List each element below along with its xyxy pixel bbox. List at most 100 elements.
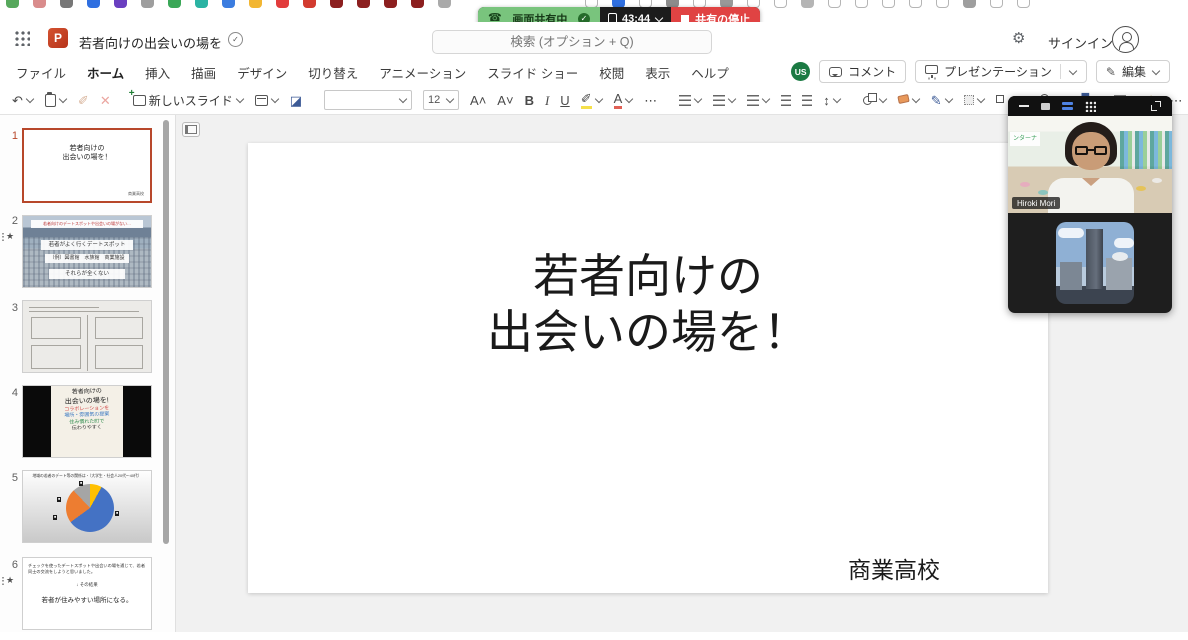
favicon[interactable] [33,0,46,8]
menu-tab-ファイル[interactable]: ファイル [16,63,66,82]
favicon[interactable] [357,0,370,8]
slide-layout-icon [255,95,268,106]
favicon[interactable] [114,0,127,8]
favicon[interactable] [882,0,895,8]
favicon[interactable] [411,0,424,8]
slide-thumbnail-2[interactable]: 若者向けのデートスポットや出会いの場がない… 若者がよく行くデートスポット （例… [22,215,152,288]
second-participant-tile[interactable] [1056,222,1134,304]
shape-outline-button[interactable]: ✎ [929,88,955,112]
more-font-options-button[interactable]: ⋯ [642,88,659,112]
shape-effects-button[interactable] [962,88,987,112]
search-input[interactable] [432,30,712,54]
slide-footer-text[interactable]: 商業高校 [848,551,940,585]
presentation-button[interactable]: プレゼンテーション [915,60,1087,83]
font-size-button[interactable]: 12 [421,88,461,112]
underline-button[interactable]: U [558,88,571,112]
menu-tab-デザイン[interactable]: デザイン [237,63,287,82]
shapes-button[interactable] [861,88,889,112]
favicon[interactable] [828,0,841,8]
slide-thumbnail-6[interactable]: チェックを使ったデートスポットや出会いの場を通じて、若者同士の交流をしようと思い… [22,557,152,630]
favicon[interactable] [168,0,181,8]
favicon[interactable] [330,0,343,8]
favicon[interactable] [1017,0,1030,8]
favicon[interactable] [141,0,154,8]
shrink-font-button[interactable]: A˅ [495,88,515,112]
favicon[interactable] [774,0,787,8]
bold-icon: B [525,94,534,107]
background-fill-button[interactable]: ◪ [288,88,304,112]
favicon[interactable] [222,0,235,8]
favicon[interactable] [303,0,316,8]
powerpoint-logo[interactable]: P [48,28,68,48]
sign-in-button[interactable]: サインイン [1048,33,1113,52]
speaker-view-icon[interactable] [1041,103,1050,110]
minimize-icon[interactable] [1019,105,1029,108]
grow-font-button[interactable]: A˄ [468,88,488,112]
favicon[interactable] [195,0,208,8]
arrange-icon [996,95,1004,103]
menu-tab-挿入[interactable]: 挿入 [145,63,170,82]
favicon[interactable] [801,0,814,8]
current-slide[interactable]: 若者向けの 出会いの場を！ 商業高校 [248,143,1048,593]
bold-button[interactable]: B [523,88,536,112]
document-title[interactable]: 若者向けの出会いの場を [79,33,222,52]
pie-label: ■ [57,497,61,502]
menu-tab-描画[interactable]: 描画 [191,63,216,82]
font-color-button[interactable]: A [612,88,636,112]
thumbnail-scrollbar[interactable] [163,120,169,544]
undo-button[interactable]: ↶ [10,88,36,112]
favicon[interactable] [276,0,289,8]
gallery-view-icon[interactable] [1085,101,1096,112]
menu-tab-スライド ショー[interactable]: スライド ショー [487,63,578,82]
menu-tab-アニメーション[interactable]: アニメーション [379,63,466,82]
favicon[interactable] [855,0,868,8]
menu-tab-校閲[interactable]: 校閲 [599,63,624,82]
paste-button[interactable] [43,88,69,112]
app-launcher-waffle-icon[interactable] [14,30,30,46]
account-person-icon[interactable] [1112,26,1139,53]
slide-thumbnail-1[interactable]: 若者向けの 出会いの場を！ 商業高校 [22,128,152,203]
expand-icon[interactable] [1151,101,1161,111]
numbering-button[interactable] [711,88,738,112]
thumb2-caption-mid: 若者がよく行くデートスポット [41,240,133,250]
slide-thumbnail-5[interactable]: 地域の若者のデート等の関係は・（大学生・社会人20代～40代） ■ ■ ■ ■ [22,470,152,543]
comments-button[interactable]: コメント [819,60,906,83]
format-painter-button[interactable]: ✐ [76,88,91,112]
participant-video[interactable]: ンターナ Hiroki Mori [1008,116,1172,213]
favicon[interactable] [384,0,397,8]
favicon[interactable] [6,0,19,8]
menu-tab-表示[interactable]: 表示 [645,63,670,82]
letterbox-bar [123,386,151,457]
favicon[interactable] [60,0,73,8]
slide-title-text[interactable]: 若者向けの 出会いの場を！ [248,248,1048,360]
italic-button[interactable]: I [543,88,551,112]
delete-button[interactable]: ✕ [98,88,113,112]
decrease-indent-button[interactable] [779,88,793,112]
new-slide-button[interactable]: 新しいスライド [131,88,246,112]
slide-layout-button[interactable] [253,88,281,112]
favicon[interactable] [249,0,262,8]
chevron-down-icon [446,96,454,104]
highlight-color-button[interactable]: ✐ [579,88,605,112]
favicon[interactable] [990,0,1003,8]
font-name-button[interactable] [322,88,414,112]
gear-icon[interactable]: ⚙ [1012,31,1025,46]
align-button[interactable] [745,88,772,112]
favicon[interactable] [909,0,922,8]
favicon[interactable] [936,0,949,8]
favicon[interactable] [963,0,976,8]
edit-mode-button[interactable]: ✎ 編集 [1096,60,1170,83]
slide-thumbnail-3[interactable] [22,300,152,373]
favicon[interactable] [438,0,451,8]
increase-indent-button[interactable] [800,88,814,112]
favicon[interactable] [87,0,100,8]
collapse-pane-button[interactable] [182,122,200,137]
slide-thumbnail-4[interactable]: 若者向けの 出会いの場を! コラボレーションを 場所・雰囲気の提案 住み慣れた町… [22,385,152,458]
bullets-button[interactable] [677,88,704,112]
menu-tab-切り替え[interactable]: 切り替え [308,63,358,82]
menu-tab-ヘルプ[interactable]: ヘルプ [691,63,729,82]
menu-tab-ホーム[interactable]: ホーム [87,63,124,82]
strip-view-icon[interactable] [1062,102,1073,111]
line-spacing-button[interactable]: ↕ [821,88,843,112]
shape-fill-button[interactable] [896,88,922,112]
